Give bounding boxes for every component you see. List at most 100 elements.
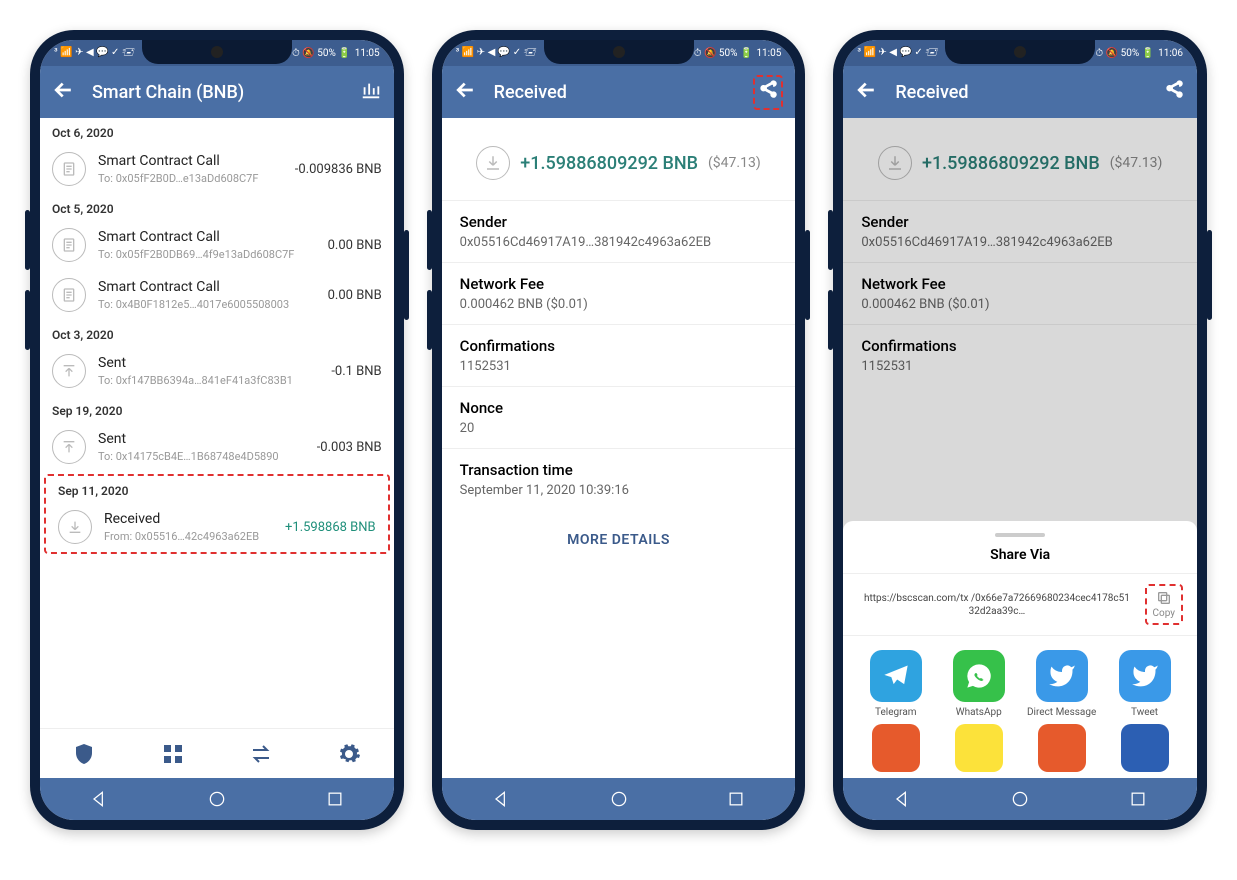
copy-button[interactable]: Copy [1145,584,1184,625]
tx-subtitle: From: 0x05516…42c4963a62EB [104,530,273,543]
contract-icon [52,228,86,262]
transaction-row[interactable]: Smart Contract Call To: 0x05fF2B0DB69…4f9… [40,220,394,270]
nav-back-icon[interactable] [89,789,109,809]
detail-row: Nonce 20 [442,386,796,448]
sent-icon [52,354,86,388]
received-icon [58,510,92,544]
received-icon [476,146,510,180]
more-details-button[interactable]: MORE DETAILS [442,510,796,570]
share-app-tweet[interactable]: Tweet [1106,650,1183,718]
share-icon[interactable] [1163,79,1185,106]
transaction-row[interactable]: Smart Contract CallTo: 0x4B0F1812e5…4017… [40,270,394,320]
gear-icon[interactable] [337,742,361,766]
page-title: Received [895,82,1145,103]
detail-value: September 11, 2020 10:39:16 [460,483,778,498]
nav-back-icon[interactable] [491,789,511,809]
amount-fiat: ($47.13) [708,155,761,171]
page-title: Smart Chain (BNB) [92,82,342,103]
tx-title: Received [104,511,273,527]
detail-label: Nonce [460,399,778,417]
detail-label: Confirmations [460,337,778,355]
sent-icon [52,430,86,464]
date-header: Oct 5, 2020 [40,194,394,220]
share-link: https://bscscan.com/tx /0x66e7a726696802… [857,592,1136,618]
grid-icon[interactable] [161,742,185,766]
tx-amount: -0.1 BNB [331,364,381,379]
transaction-detail: +1.59886809292 BNB ($47.13) Sender 0x0551… [442,118,796,778]
app-bar: Received [843,66,1197,118]
app-bar: Smart Chain (BNB) [40,66,394,118]
share-app-more-2[interactable] [1023,724,1100,772]
share-icon[interactable] [753,75,783,110]
date-header: Oct 3, 2020 [40,320,394,346]
tx-subtitle: To: 0x05fF2B0D…e13aDd608C7F [98,172,283,185]
nav-home-icon[interactable] [207,789,227,809]
back-icon[interactable] [52,79,74,106]
tx-subtitle: To: 0x14175cB4E…1B68748e4D5890 [98,450,305,463]
system-nav [442,778,796,820]
date-header: Oct 6, 2020 [40,118,394,144]
system-nav [843,778,1197,820]
app-label: Telegram [875,707,917,718]
detail-row: Network Fee 0.000462 BNB ($0.01) [442,262,796,324]
share-app-telegram[interactable]: Telegram [857,650,934,718]
tx-amount: +1.598868 BNB [285,520,376,535]
tx-amount: 0.00 BNB [328,238,382,253]
phone-3: ³ 📶 ✈ ◀ 💬 ✓ 🖅 ℕ ⏱ 🔕 50% 🔋11:06 Received … [833,30,1207,830]
detail-label: Sender [460,213,778,231]
nav-recent-icon[interactable] [1128,789,1148,809]
share-sheet: Share Via https://bscscan.com/tx /0x66e7… [843,521,1197,778]
detail-value: 20 [460,421,778,436]
tx-title: Sent [98,355,319,371]
transaction-list[interactable]: Oct 6, 2020 Smart Contract Call To: 0x05fF… [40,118,394,728]
tx-subtitle: To: 0x4B0F1812e5…4017e6005508003 [98,298,316,311]
nav-recent-icon[interactable] [726,789,746,809]
share-app-more-3[interactable] [1106,724,1183,772]
nav-recent-icon[interactable] [325,789,345,809]
app-label: Direct Message [1027,707,1096,718]
back-icon[interactable] [855,79,877,106]
share-app-whatsapp[interactable]: WhatsApp [940,650,1017,718]
system-nav [40,778,394,820]
transaction-row[interactable]: Sent To: 0xf147BB6394a…841eF41a3fC83B1 -0.… [40,346,394,396]
drag-handle[interactable] [995,533,1045,537]
back-icon[interactable] [454,79,476,106]
detail-row: Confirmations 1152531 [442,324,796,386]
detail-value: 1152531 [460,359,778,374]
transaction-row[interactable]: Sent To: 0x14175cB4E…1B68748e4D5890 -0.003… [40,422,394,472]
amount-value: +1.59886809292 BNB [520,153,698,174]
tx-amount: 0.00 BNB [328,288,382,303]
swap-icon[interactable] [249,742,273,766]
tx-title: Sent [98,431,305,447]
chart-icon[interactable] [360,79,382,106]
tx-subtitle: To: 0xf147BB6394a…841eF41a3fC83B1 [98,374,319,387]
nav-back-icon[interactable] [892,789,912,809]
shield-icon[interactable] [72,742,96,766]
date-header: Sep 19, 2020 [40,396,394,422]
share-app-more-0[interactable] [857,724,934,772]
tx-amount: -0.009836 BNB [295,162,382,177]
tx-subtitle: To: 0x05fF2B0DB69…4f9e13aDd608C7F [98,248,316,261]
detail-value: 0.000462 BNB ($0.01) [460,297,778,312]
share-title: Share Via [843,543,1197,574]
phone-1: ³ 📶 ✈ ◀ 💬 ✓ 🖅 ℕ ⏱ 🔕 50% 🔋11:05 Smart Cha… [30,30,404,830]
detail-row: Sender 0x05516Cd46917A19…381942c4963a62EB [442,200,796,262]
bottom-nav [40,728,394,778]
nav-home-icon[interactable] [1010,789,1030,809]
share-app-direct-message[interactable]: Direct Message [1023,650,1100,718]
tx-title: Smart Contract Call [98,229,316,245]
contract-icon [52,278,86,312]
date-header: Sep 11, 2020 [46,476,388,502]
app-bar: Received [442,66,796,118]
share-app-more-1[interactable] [940,724,1017,772]
transaction-row[interactable]: Smart Contract Call To: 0x05fF2B0D…e13aDd… [40,144,394,194]
detail-label: Network Fee [460,275,778,293]
detail-value: 0x05516Cd46917A19…381942c4963a62EB [460,235,778,250]
app-label: WhatsApp [956,707,1002,718]
transaction-row[interactable]: Received From: 0x05516…42c4963a62EB +1.598… [46,502,388,552]
contract-icon [52,152,86,186]
tx-amount: -0.003 BNB [317,440,382,455]
tx-title: Smart Contract Call [98,153,283,169]
nav-home-icon[interactable] [609,789,629,809]
detail-label: Transaction time [460,461,778,479]
